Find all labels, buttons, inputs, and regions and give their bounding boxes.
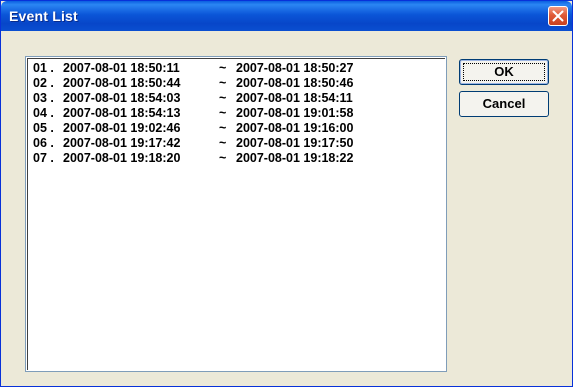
range-separator: ~	[219, 121, 227, 135]
close-button[interactable]	[548, 6, 568, 26]
event-list-dialog: Event List 01 . 2007-08-01 18:50:11 ~2007-…	[0, 0, 573, 387]
cancel-label: Cancel	[482, 96, 526, 111]
range-separator: ~	[219, 106, 227, 120]
event-number: 01 .	[33, 61, 54, 75]
event-listbox[interactable]: 01 . 2007-08-01 18:50:11 ~2007-08-01 18:50…	[25, 56, 447, 372]
ok-button[interactable]: OK	[459, 59, 549, 85]
event-list: 01 . 2007-08-01 18:50:11 ~2007-08-01 18:50…	[27, 58, 445, 370]
range-separator: ~	[219, 76, 227, 90]
event-number: 02 .	[33, 76, 54, 90]
event-start-time: 2007-08-01 18:54:03	[63, 91, 181, 105]
event-end-time: 2007-08-01 19:16:00	[236, 121, 354, 135]
title-bar[interactable]: Event List	[1, 1, 572, 31]
event-end-time: 2007-08-01 18:50:27	[236, 61, 354, 75]
range-separator: ~	[219, 91, 227, 105]
event-number: 04 .	[33, 106, 54, 120]
event-number: 07 .	[33, 151, 54, 165]
event-start-time: 2007-08-01 19:17:42	[63, 136, 181, 150]
range-separator: ~	[219, 136, 227, 150]
event-number: 06 .	[33, 136, 54, 150]
event-start-time: 2007-08-01 19:18:20	[63, 151, 181, 165]
range-separator: ~	[219, 61, 227, 75]
cancel-button[interactable]: Cancel	[459, 91, 549, 117]
close-icon	[552, 10, 564, 22]
focus-rect	[463, 63, 545, 81]
range-separator: ~	[219, 151, 227, 165]
event-end-time: 2007-08-01 18:50:46	[236, 76, 354, 90]
window-title: Event List	[9, 8, 78, 24]
event-number: 05 .	[33, 121, 54, 135]
event-start-time: 2007-08-01 18:50:11	[63, 61, 180, 75]
event-start-time: 2007-08-01 18:50:44	[63, 76, 181, 90]
event-end-time: 2007-08-01 19:17:50	[236, 136, 354, 150]
event-number: 03 .	[33, 91, 54, 105]
event-start-time: 2007-08-01 18:54:13	[63, 106, 181, 120]
event-end-time: 2007-08-01 18:54:11	[236, 91, 353, 105]
event-end-time: 2007-08-01 19:18:22	[236, 151, 354, 165]
event-start-time: 2007-08-01 19:02:46	[63, 121, 181, 135]
event-end-time: 2007-08-01 19:01:58	[236, 106, 354, 120]
